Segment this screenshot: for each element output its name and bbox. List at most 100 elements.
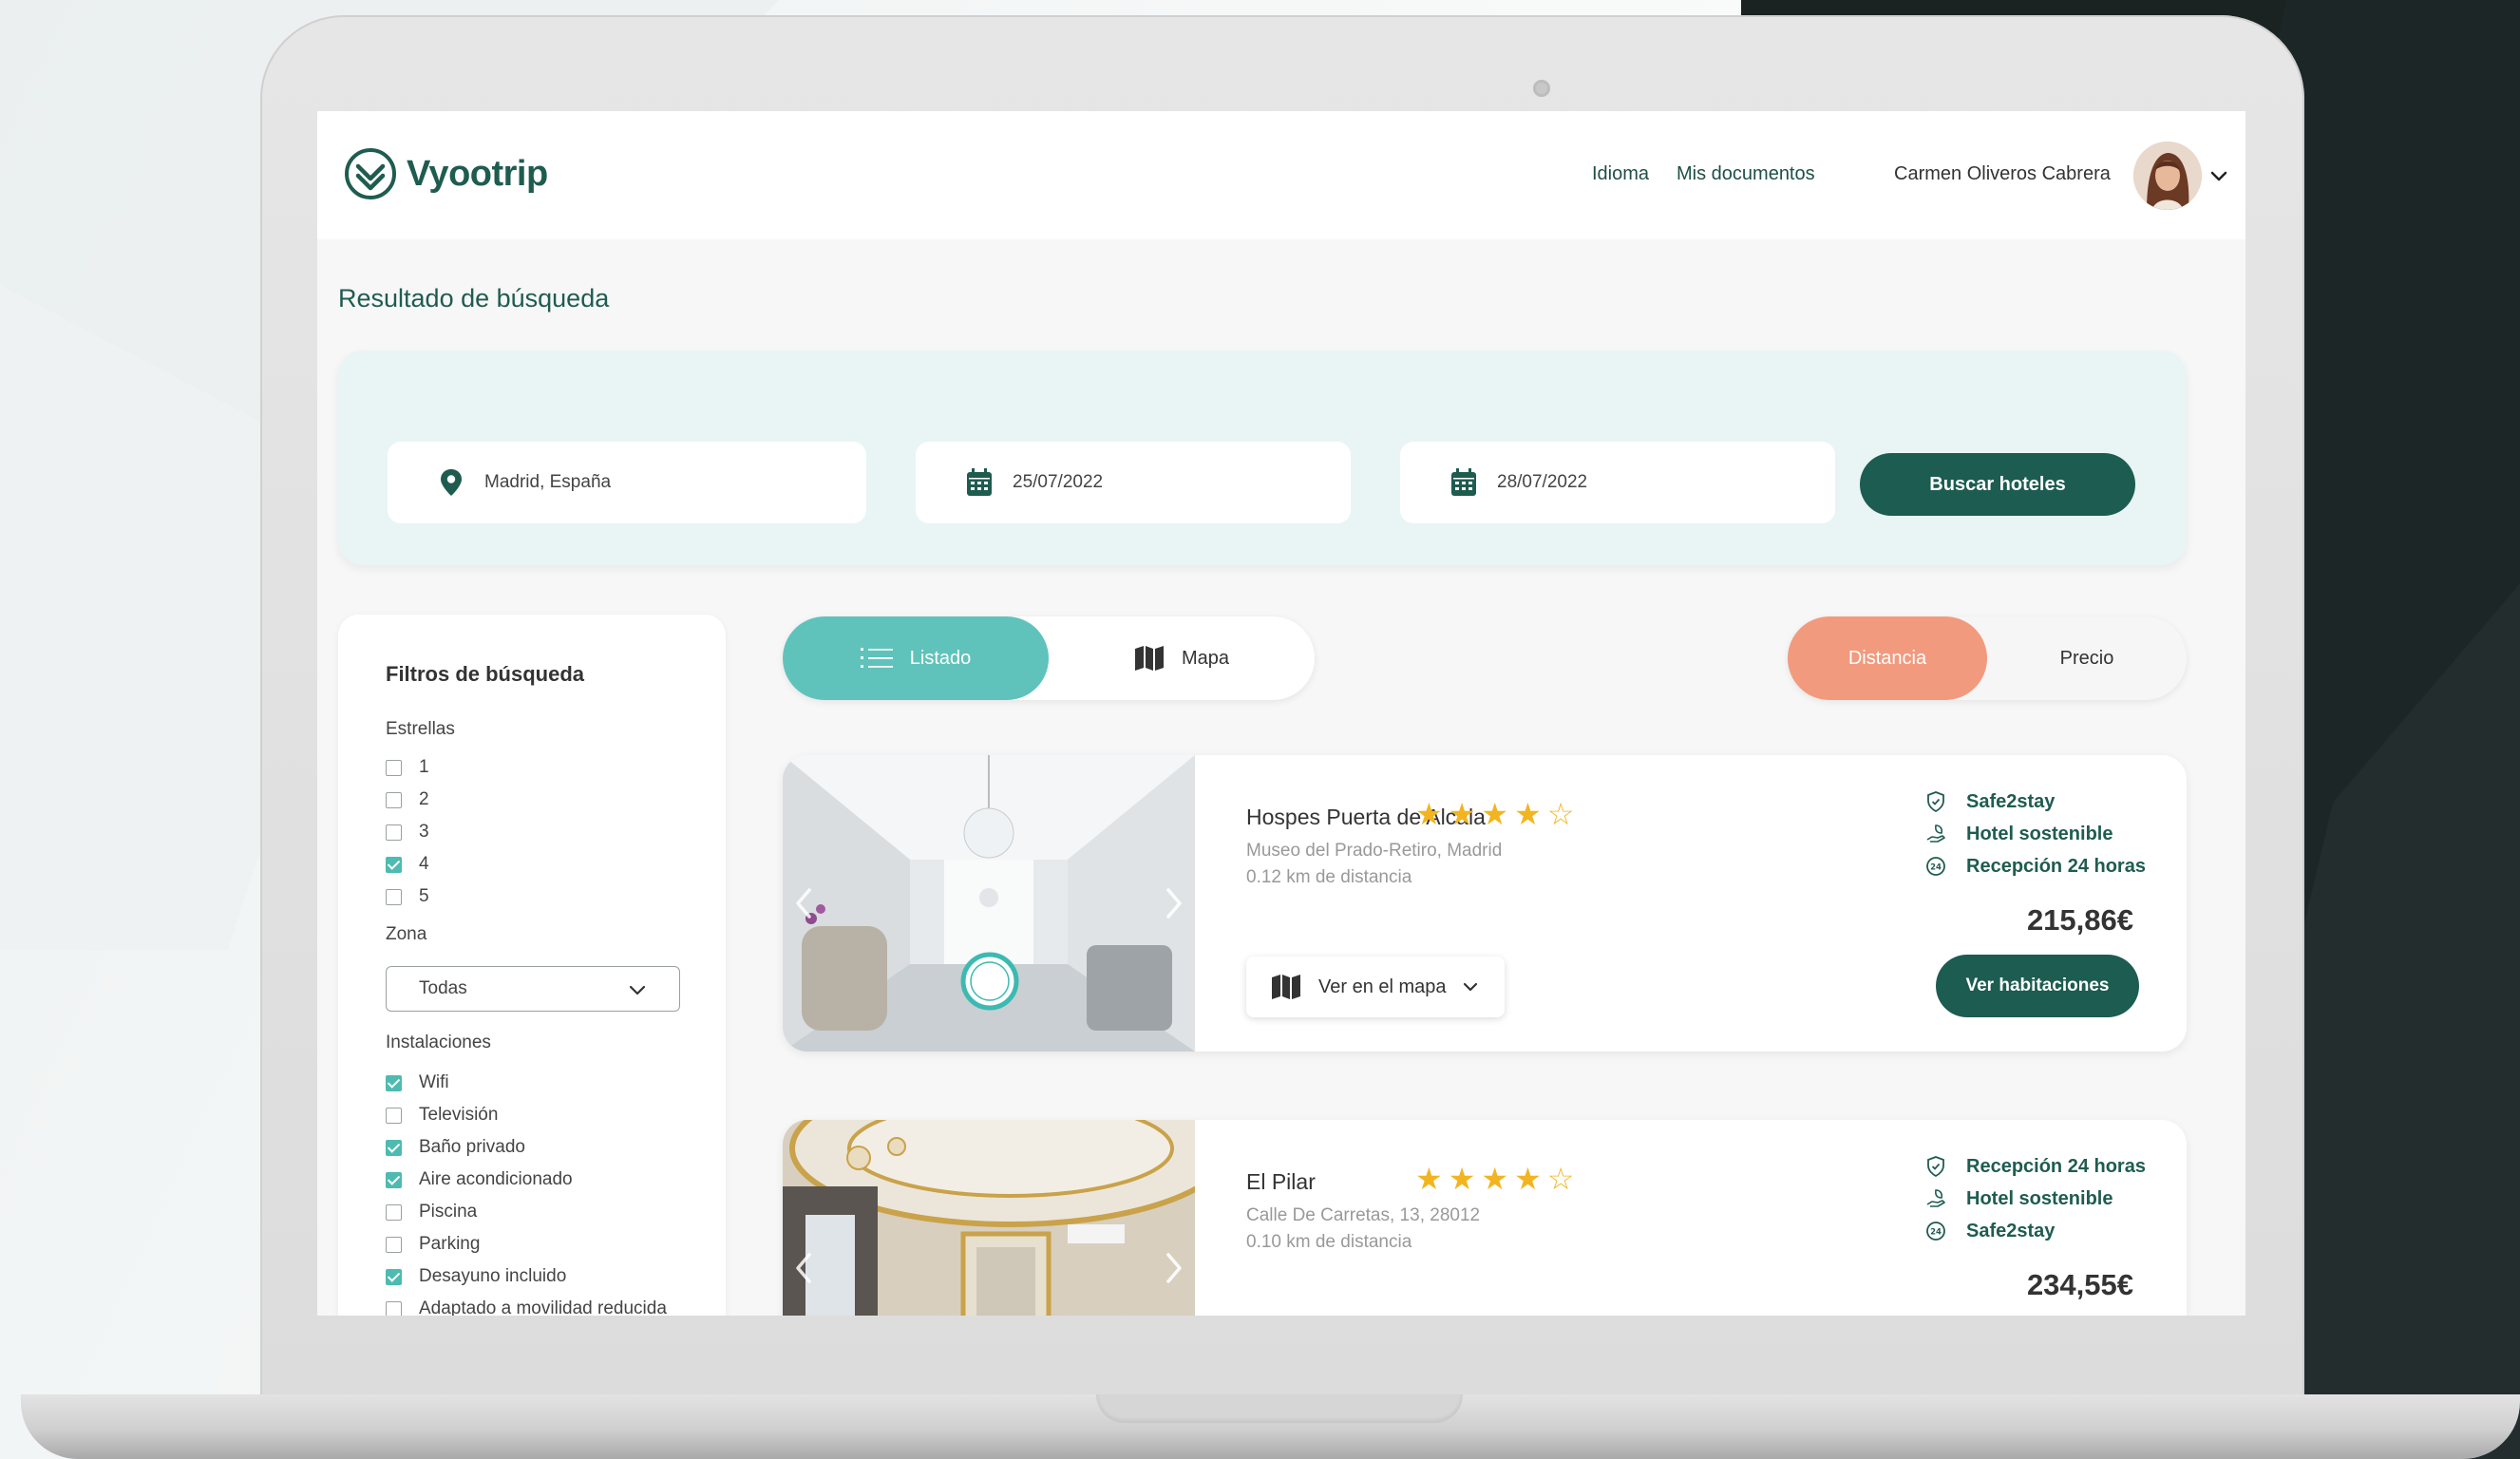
checkbox-unchecked[interactable] bbox=[386, 824, 402, 841]
hotel-address: Museo del Prado-Retiro, Madrid bbox=[1246, 841, 1503, 861]
map-icon bbox=[1134, 646, 1164, 671]
facility-filter-option[interactable]: Baño privado bbox=[386, 1137, 525, 1158]
star-filled-icon: ★ bbox=[1415, 797, 1443, 831]
map-view-tab[interactable]: Mapa bbox=[1049, 616, 1315, 700]
search-panel: Madrid, España 25/07/2022 28/07/2022 Bus… bbox=[338, 351, 2187, 565]
star-filter-option[interactable]: 1 bbox=[386, 757, 429, 778]
feature-label: Hotel sostenible bbox=[1966, 823, 2113, 844]
carousel-next-icon[interactable] bbox=[1161, 884, 1187, 922]
view-on-map-label: Ver en el mapa bbox=[1318, 976, 1447, 997]
feature-label: Recepción 24 horas bbox=[1966, 1155, 2146, 1177]
view-on-map-button[interactable]: Ver en el mapa bbox=[1246, 957, 1505, 1017]
chevron-down-icon bbox=[1463, 982, 1477, 992]
hotel-star-rating: ★ ★ ★ ★ ☆ bbox=[1415, 799, 1574, 829]
hotel-features: Recepción 24 horas Hotel sostenible 24 S… bbox=[1924, 1150, 2146, 1247]
checkbox-unchecked[interactable] bbox=[386, 759, 402, 776]
hotel-distance: 0.10 km de distancia bbox=[1246, 1232, 1412, 1252]
clock-24-icon: 24 bbox=[1926, 857, 1945, 876]
checkbox-checked[interactable] bbox=[386, 856, 402, 873]
checkbox-label: Piscina bbox=[419, 1202, 478, 1222]
top-navigation-bar: Vyootrip Idioma Mis documentos Carmen Ol… bbox=[317, 111, 2245, 239]
star-filled-icon: ★ bbox=[1415, 1162, 1443, 1196]
chevron-down-icon[interactable] bbox=[2207, 164, 2230, 187]
star-filled-icon: ★ bbox=[1514, 797, 1542, 831]
leaf-hand-icon bbox=[1926, 1189, 1945, 1207]
sort-by-distance-tab[interactable]: Distancia bbox=[1788, 616, 1987, 700]
hotel-price: 234,55€ bbox=[2026, 1268, 2133, 1301]
hotel-name[interactable]: El Pilar bbox=[1246, 1169, 1316, 1195]
search-hotels-button[interactable]: Buscar hoteles bbox=[1860, 453, 2135, 516]
svg-text:24: 24 bbox=[1930, 863, 1942, 873]
list-view-tab[interactable]: Listado bbox=[783, 616, 1049, 700]
facility-filter-option[interactable]: Televisión bbox=[386, 1105, 498, 1126]
hotel-distance: 0.12 km de distancia bbox=[1246, 867, 1412, 887]
checkbox-label: Baño privado bbox=[419, 1137, 525, 1157]
zone-select-value: Todas bbox=[419, 978, 467, 998]
user-avatar[interactable] bbox=[2133, 142, 2202, 210]
carousel-next-icon[interactable] bbox=[1161, 1249, 1187, 1287]
stars-filter-label: Estrellas bbox=[386, 719, 455, 739]
view-rooms-button[interactable]: Ver habitaciones bbox=[1936, 955, 2139, 1017]
facility-filter-option[interactable]: Desayuno incluido bbox=[386, 1266, 566, 1287]
feature-item: Hotel sostenible bbox=[1924, 1183, 2146, 1215]
star-filled-icon: ★ bbox=[1481, 797, 1509, 831]
checkbox-label: Parking bbox=[419, 1234, 481, 1254]
checkbox-checked[interactable] bbox=[386, 1139, 402, 1156]
star-filter-option[interactable]: 2 bbox=[386, 789, 429, 810]
sort-by-price-tab[interactable]: Precio bbox=[1987, 616, 2187, 700]
nav-documents-link[interactable]: Mis documentos bbox=[1677, 163, 1815, 185]
checkbox-label: 5 bbox=[419, 886, 429, 906]
checkbox-checked[interactable] bbox=[386, 1074, 402, 1091]
sort-toggle: Distancia Precio bbox=[1788, 616, 2187, 700]
zone-select[interactable]: Todas bbox=[386, 966, 680, 1012]
vyootrip-logo-icon bbox=[345, 148, 396, 199]
hotel-card: Hospes Puerta de Alcala ★ ★ ★ ★ ☆ Museo … bbox=[783, 755, 2187, 1052]
facility-filter-option[interactable]: Aire acondicionado bbox=[386, 1169, 573, 1190]
facility-filter-option[interactable]: Adaptado a movilidad reducida bbox=[386, 1298, 667, 1316]
checkbox-unchecked[interactable] bbox=[386, 1203, 402, 1221]
hotel-photo-carousel[interactable] bbox=[783, 755, 1195, 1052]
facility-filter-option[interactable]: Wifi bbox=[386, 1072, 449, 1093]
checkbox-unchecked[interactable] bbox=[386, 888, 402, 905]
search-filters-panel: Filtros de búsqueda Estrellas 1 2 3 4 5 Zona… bbox=[338, 615, 726, 1316]
location-field[interactable]: Madrid, España bbox=[388, 442, 866, 523]
checkbox-label: 1 bbox=[419, 757, 429, 777]
facility-filter-option[interactable]: Parking bbox=[386, 1234, 480, 1255]
star-filter-option[interactable]: 4 bbox=[386, 854, 429, 875]
star-filter-option[interactable]: 5 bbox=[386, 886, 429, 907]
checkout-date-field[interactable]: 28/07/2022 bbox=[1400, 442, 1835, 523]
checkbox-unchecked[interactable] bbox=[386, 1300, 402, 1316]
star-filled-icon: ★ bbox=[1448, 797, 1476, 831]
nav-language-link[interactable]: Idioma bbox=[1592, 163, 1649, 185]
checkbox-checked[interactable] bbox=[386, 1171, 402, 1188]
checkbox-unchecked[interactable] bbox=[386, 791, 402, 808]
checkbox-label: Televisión bbox=[419, 1105, 499, 1125]
filters-title: Filtros de búsqueda bbox=[386, 662, 585, 686]
feature-label: Recepción 24 horas bbox=[1966, 855, 2146, 877]
checkbox-unchecked[interactable] bbox=[386, 1107, 402, 1124]
location-pin-icon bbox=[441, 469, 462, 496]
checkbox-label: 3 bbox=[419, 822, 429, 842]
feature-item: Safe2stay bbox=[1924, 786, 2146, 818]
user-name[interactable]: Carmen Oliveros Cabrera bbox=[1894, 163, 2111, 185]
star-filter-option[interactable]: 3 bbox=[386, 822, 429, 843]
brand-logo[interactable]: Vyootrip bbox=[344, 147, 548, 200]
star-filled-icon: ★ bbox=[1448, 1162, 1476, 1196]
map-icon bbox=[1272, 975, 1300, 999]
calendar-icon bbox=[967, 468, 992, 496]
checkbox-label: Desayuno incluido bbox=[419, 1266, 567, 1286]
checkbox-checked[interactable] bbox=[386, 1268, 402, 1285]
facility-filter-option[interactable]: Piscina bbox=[386, 1202, 477, 1222]
hotel-star-rating: ★ ★ ★ ★ ☆ bbox=[1415, 1164, 1574, 1194]
calendar-icon bbox=[1451, 468, 1476, 496]
app-screen: Vyootrip Idioma Mis documentos Carmen Ol… bbox=[317, 111, 2245, 1316]
checkbox-unchecked[interactable] bbox=[386, 1236, 402, 1253]
carousel-prev-icon[interactable] bbox=[790, 884, 817, 922]
shield-check-icon bbox=[1927, 791, 1944, 813]
hotel-photo-carousel[interactable] bbox=[783, 1120, 1195, 1316]
checkout-date-value: 28/07/2022 bbox=[1497, 472, 1588, 492]
hotel-features: Safe2stay Hotel sostenible 24 Recepción … bbox=[1924, 786, 2146, 882]
carousel-prev-icon[interactable] bbox=[790, 1249, 817, 1287]
checkin-date-field[interactable]: 25/07/2022 bbox=[916, 442, 1351, 523]
feature-label: Hotel sostenible bbox=[1966, 1187, 2113, 1209]
